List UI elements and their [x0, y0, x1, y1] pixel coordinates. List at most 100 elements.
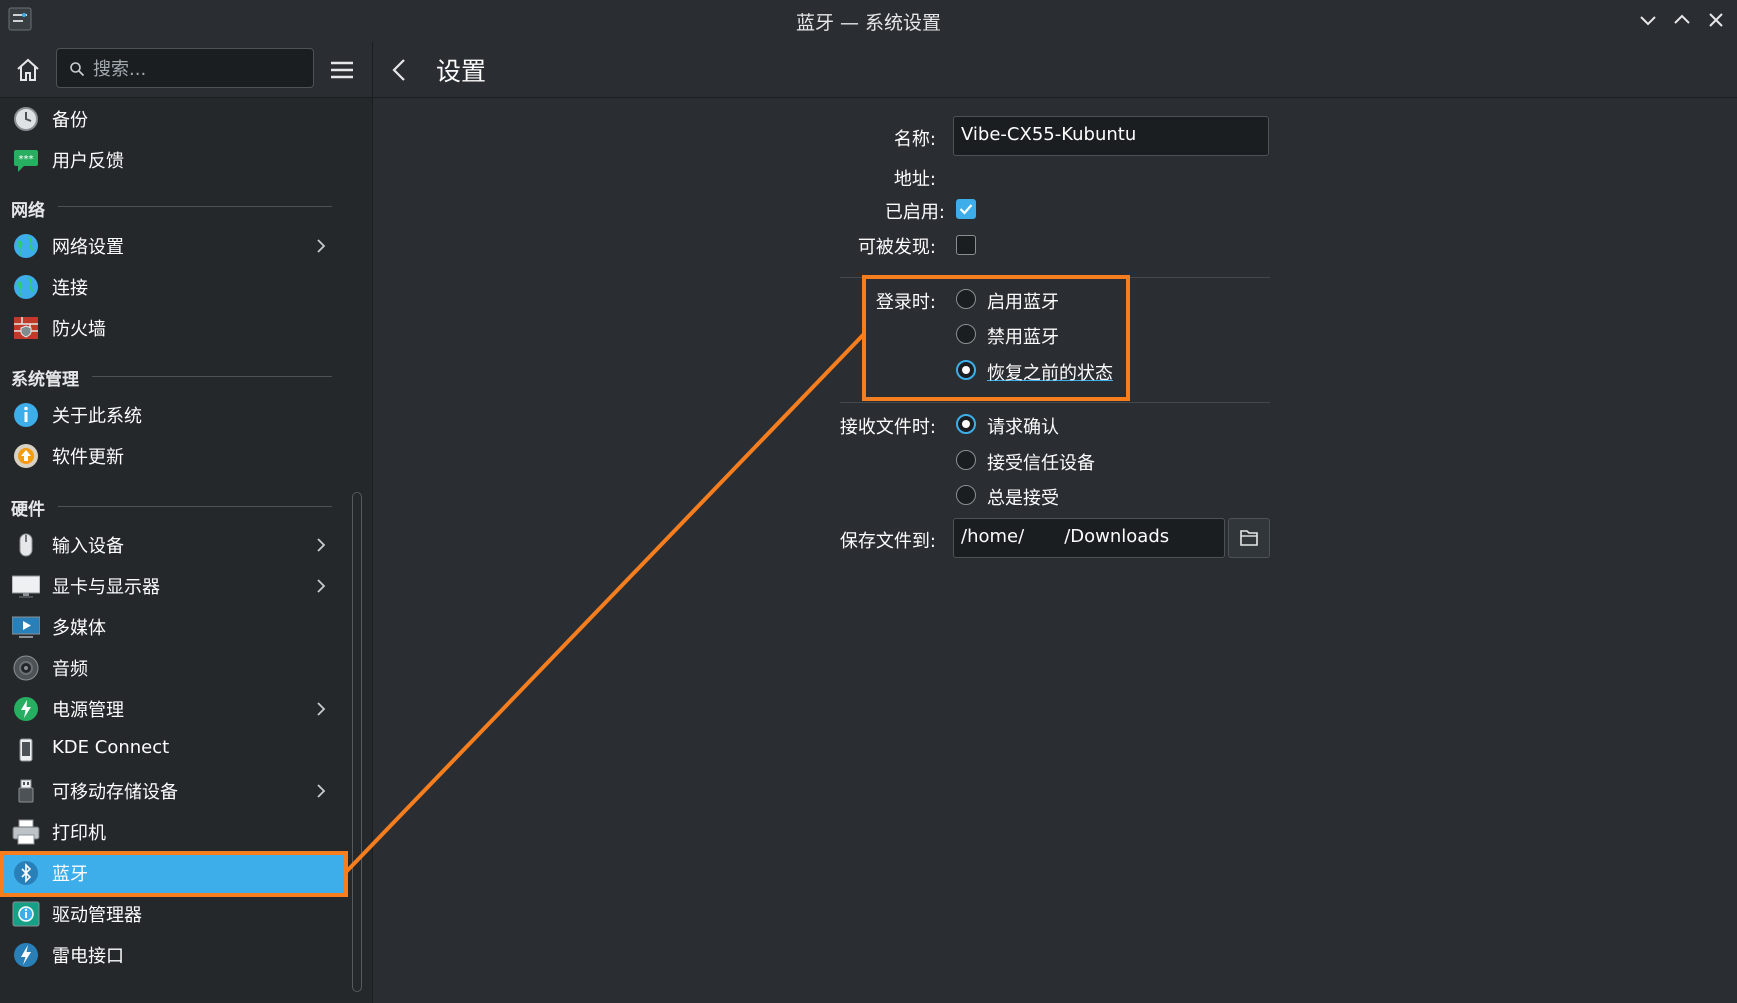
receive-option-always-accept[interactable]: 总是接受: [987, 484, 1059, 510]
checkmark-icon: [959, 204, 973, 215]
receive-files-label: 接收文件时:: [839, 417, 936, 438]
chevron-right-icon: [317, 239, 326, 253]
speaker-icon: [13, 655, 39, 681]
category-divider: [58, 206, 332, 207]
save-path-value: /home/ /Downloads: [961, 526, 1170, 547]
chevron-right-icon: [317, 538, 326, 552]
header-toolbar: 设置: [0, 42, 1737, 98]
name-label: 名称:: [893, 129, 936, 150]
sidebar-item-label: 可移动存储设备: [52, 782, 178, 803]
highlight-box-bluetooth-item: [0, 851, 348, 897]
section-divider: [840, 402, 1270, 403]
category-hardware: 硬件: [11, 500, 45, 520]
chevron-right-icon: [317, 579, 326, 593]
sidebar-item-label: KDE Connect: [52, 737, 170, 758]
sidebar-item-printers[interactable]: 打印机: [0, 811, 344, 852]
update-icon: [14, 444, 38, 468]
sidebar-scrollbar[interactable]: [352, 492, 362, 992]
panel-divider: [372, 42, 373, 1003]
clock-icon: [14, 107, 38, 131]
sidebar-item-label: 打印机: [52, 823, 106, 844]
device-name-value: Vibe-CX55-Kubuntu: [961, 124, 1137, 145]
sidebar-item-backup[interactable]: 备份: [0, 98, 344, 139]
sidebar-item-software-update[interactable]: 软件更新: [0, 435, 344, 476]
sidebar-item-label: 雷电接口: [52, 946, 124, 967]
firewall-icon: [14, 317, 38, 339]
category-network: 网络: [11, 201, 45, 221]
category-divider: [58, 506, 332, 507]
sidebar-item-display[interactable]: 显卡与显示器: [0, 565, 344, 606]
printer-icon: [12, 819, 40, 845]
usb-icon: [18, 779, 34, 803]
close-button[interactable]: [1704, 8, 1728, 32]
sidebar-item-label: 关于此系统: [52, 406, 142, 427]
sidebar-item-label: 防火墙: [52, 319, 106, 340]
sidebar-item-label: 多媒体: [52, 618, 106, 639]
sidebar-item-firewall[interactable]: 防火墙: [0, 307, 344, 348]
globe-icon: [14, 275, 38, 299]
sidebar-item-label: 连接: [52, 278, 88, 299]
browse-folder-button[interactable]: [1228, 518, 1270, 558]
highlight-box-login-options: [862, 275, 1130, 401]
maximize-button[interactable]: [1670, 8, 1694, 32]
sidebar-item-label: 备份: [52, 110, 88, 131]
receive-option-ask-confirmation[interactable]: 请求确认: [987, 413, 1059, 439]
sidebar-item-label: 显卡与显示器: [52, 577, 160, 598]
svg-text:***: ***: [19, 154, 34, 165]
address-label: 地址:: [893, 169, 936, 190]
search-input[interactable]: [91, 51, 305, 87]
receive-radio-accept-trusted[interactable]: [956, 450, 976, 470]
save-to-label: 保存文件到:: [839, 531, 936, 552]
sidebar-item-label: 电源管理: [52, 700, 124, 721]
search-field[interactable]: [56, 48, 314, 88]
discoverable-label: 可被发现:: [857, 237, 936, 258]
receive-radio-ask-confirmation[interactable]: [956, 414, 976, 434]
receive-option-accept-trusted[interactable]: 接受信任设备: [987, 449, 1095, 475]
back-arrow-icon[interactable]: [388, 54, 412, 86]
save-path-field[interactable]: /home/ /Downloads: [953, 518, 1225, 558]
sidebar-item-feedback[interactable]: *** 用户反馈: [0, 139, 344, 180]
sidebar-item-network-settings[interactable]: 网络设置: [0, 225, 344, 266]
sidebar-item-removable-storage[interactable]: 可移动存储设备: [0, 770, 344, 811]
info-icon: [14, 403, 38, 427]
sidebar-item-kde-connect[interactable]: KDE Connect: [0, 729, 344, 770]
sidebar-item-label: 软件更新: [52, 447, 124, 468]
globe-icon: [14, 234, 38, 258]
device-name-field[interactable]: Vibe-CX55-Kubuntu: [953, 116, 1269, 156]
feedback-icon: ***: [14, 150, 38, 172]
sidebar-item-label: 网络设置: [52, 237, 124, 258]
chevron-right-icon: [317, 784, 326, 798]
sidebar-item-thunderbolt[interactable]: 雷电接口: [0, 934, 344, 975]
sidebar-item-power-management[interactable]: 电源管理: [0, 688, 344, 729]
category-divider: [92, 376, 332, 377]
category-system-admin: 系统管理: [11, 370, 79, 390]
sidebar-item-label: 驱动管理器: [52, 905, 142, 926]
thunderbolt-icon: [14, 943, 38, 967]
sidebar-item-multimedia[interactable]: 多媒体: [0, 606, 344, 647]
sidebar-item-audio[interactable]: 音频: [0, 647, 344, 688]
minimize-button[interactable]: [1636, 8, 1660, 32]
enabled-checkbox[interactable]: [956, 199, 976, 219]
sidebar-item-driver-manager[interactable]: 驱动管理器: [0, 893, 344, 934]
sidebar-item-input-devices[interactable]: 输入设备: [0, 524, 344, 565]
sidebar-item-label: 输入设备: [52, 536, 124, 557]
hamburger-menu-icon[interactable]: [328, 54, 356, 86]
mouse-icon: [19, 533, 33, 557]
multimedia-icon: [12, 616, 40, 638]
sidebar-item-label: 音频: [52, 659, 88, 680]
discoverable-checkbox[interactable]: [956, 235, 976, 255]
phone-icon: [19, 738, 33, 762]
title-bar: 蓝牙 — 系统设置: [0, 0, 1737, 42]
receive-radio-always-accept[interactable]: [956, 485, 976, 505]
home-icon[interactable]: [12, 54, 44, 86]
monitor-icon: [12, 575, 40, 598]
sidebar-item-connections[interactable]: 连接: [0, 266, 344, 307]
driver-icon: [12, 901, 40, 927]
search-icon: [70, 62, 85, 77]
folder-icon: [1240, 530, 1258, 546]
sidebar-item-label: 用户反馈: [52, 151, 124, 172]
sidebar-item-about-system[interactable]: 关于此系统: [0, 394, 344, 435]
window-title: 蓝牙 — 系统设置: [795, 12, 942, 34]
page-title: 设置: [436, 57, 487, 86]
power-icon: [14, 697, 38, 721]
